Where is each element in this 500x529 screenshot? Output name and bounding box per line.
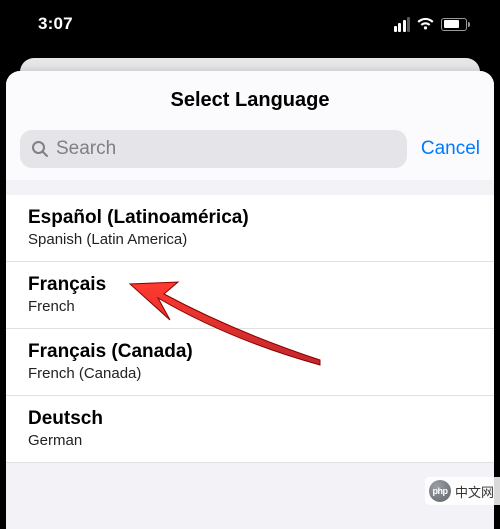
language-sheet: Select Language Cancel Español (Latinoam… [6, 71, 494, 529]
language-native: Español (Latinoamérica) [28, 207, 472, 229]
watermark-logo-icon: php [429, 480, 451, 502]
sheet-title: Select Language [20, 89, 480, 112]
status-bar: 3:07 [0, 0, 500, 48]
language-english: French [28, 298, 472, 315]
language-english: French (Canada) [28, 365, 472, 382]
watermark-text: 中文网 [455, 482, 494, 501]
sheet-header: Select Language [6, 71, 494, 124]
language-list-container: Español (Latinoamérica) Spanish (Latin A… [6, 181, 494, 463]
cellular-signal-icon [394, 17, 411, 32]
language-list: Español (Latinoamérica) Spanish (Latin A… [6, 195, 494, 463]
status-time: 3:07 [38, 14, 73, 34]
watermark: php 中文网 [425, 477, 500, 505]
language-english: German [28, 432, 472, 449]
language-native: Français [28, 274, 472, 296]
language-native: Français (Canada) [28, 341, 472, 363]
language-english: Spanish (Latin America) [28, 231, 472, 248]
search-field[interactable] [20, 130, 407, 168]
battery-icon [441, 18, 470, 31]
cancel-button[interactable]: Cancel [417, 134, 484, 164]
status-icons [394, 17, 471, 32]
search-input[interactable] [56, 138, 397, 160]
search-row: Cancel [6, 124, 494, 181]
wifi-icon [416, 17, 435, 31]
language-native: Deutsch [28, 408, 472, 430]
search-icon [30, 139, 50, 159]
language-row-french[interactable]: Français French [6, 262, 494, 329]
language-row-spanish-la[interactable]: Español (Latinoamérica) Spanish (Latin A… [6, 195, 494, 262]
language-row-french-ca[interactable]: Français (Canada) French (Canada) [6, 329, 494, 396]
language-row-german[interactable]: Deutsch German [6, 396, 494, 463]
